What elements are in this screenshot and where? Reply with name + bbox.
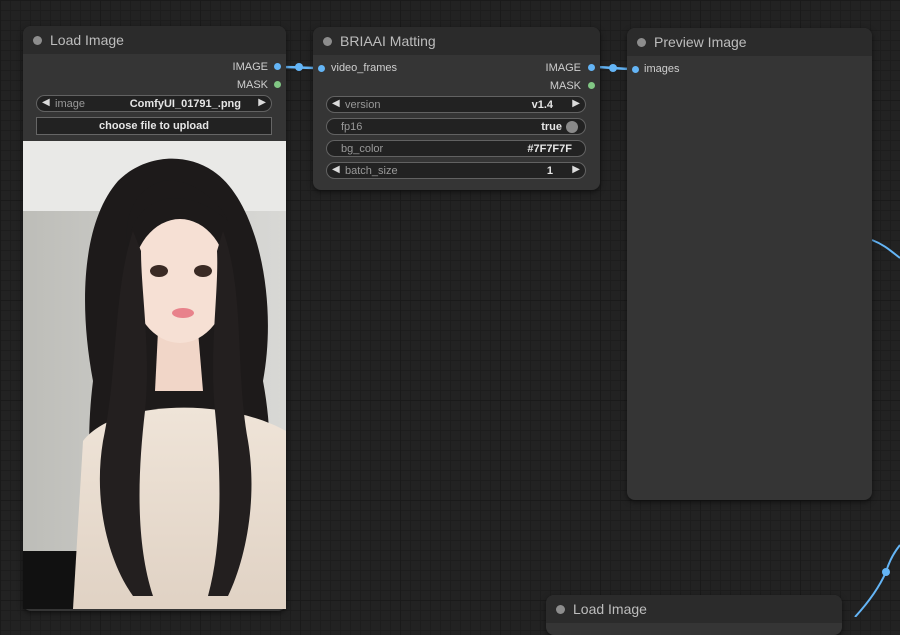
wire-offscreen-1 [871, 239, 900, 259]
widget-label: bg_color [341, 143, 384, 155]
widget-label: version [345, 99, 381, 111]
arrow-left-icon[interactable]: ◀ [332, 98, 340, 109]
node-title: Preview Image [654, 34, 747, 50]
collapse-dot-icon[interactable] [637, 38, 646, 47]
wire-midpoint-handle [609, 64, 617, 72]
collapse-dot-icon[interactable] [556, 605, 565, 614]
output-image-label: IMAGE [232, 61, 268, 73]
node-title: Load Image [573, 601, 647, 617]
input-images-socket[interactable] [632, 66, 639, 73]
arrow-left-icon[interactable]: ◀ [42, 97, 50, 108]
load-image-node[interactable]: Load Image IMAGE MASK ◀ image ComfyUI_01… [23, 26, 286, 611]
output-mask-socket[interactable] [588, 82, 595, 89]
version-combo-widget[interactable]: ◀ version v1.4 ▶ [326, 96, 586, 113]
widget-label: image [55, 98, 85, 110]
arrow-right-icon[interactable]: ▶ [572, 98, 580, 109]
node-title: Load Image [50, 32, 124, 48]
widget-value: v1.4 [531, 99, 553, 111]
portrait-photo [23, 141, 286, 609]
widget-value: #7F7F7F [527, 143, 572, 155]
input-video-frames-label: video_frames [331, 62, 398, 74]
preview-image-node[interactable]: Preview Image images [627, 28, 872, 500]
wire-midpoint-handle [295, 63, 303, 71]
output-image-socket[interactable] [274, 63, 281, 70]
widget-value: ComfyUI_01791_.png [129, 98, 241, 110]
briaai-matting-node[interactable]: BRIAAI Matting video_frames IMAGE MASK ◀… [313, 27, 600, 190]
widget-label: batch_size [345, 165, 398, 177]
fp16-toggle-widget[interactable]: fp16 true [326, 118, 586, 135]
widget-value: 1 [546, 165, 553, 177]
arrow-right-icon[interactable]: ▶ [572, 164, 580, 175]
node-title-bar[interactable]: BRIAAI Matting [313, 27, 600, 55]
wire-midpoint-handle [882, 568, 890, 576]
output-mask-label: MASK [236, 79, 268, 91]
wire-offscreen-2 [854, 544, 900, 617]
output-mask-label: MASK [549, 80, 581, 92]
node-title-bar[interactable]: Load Image [546, 595, 842, 623]
input-video-frames-socket[interactable] [318, 65, 325, 72]
batch-size-number-widget[interactable]: ◀ batch_size 1 ▶ [326, 162, 586, 179]
output-mask-socket[interactable] [274, 81, 281, 88]
arrow-left-icon[interactable]: ◀ [332, 164, 340, 175]
image-combo-widget[interactable]: ◀ image ComfyUI_01791_.png ▶ [36, 95, 272, 112]
output-image-label: IMAGE [545, 62, 581, 74]
input-images-label: images [644, 63, 680, 75]
node-title-bar[interactable]: Preview Image [627, 28, 872, 56]
arrow-right-icon[interactable]: ▶ [258, 97, 266, 108]
toggle-knob-icon[interactable] [566, 121, 578, 133]
collapse-dot-icon[interactable] [33, 36, 42, 45]
load-image-node-2[interactable]: Load Image [546, 595, 842, 635]
upload-button[interactable]: choose file to upload [36, 117, 272, 135]
output-image-socket[interactable] [588, 64, 595, 71]
widget-value: true [541, 121, 562, 133]
node-title-bar[interactable]: Load Image [23, 26, 286, 54]
image-preview [23, 141, 286, 609]
bg-color-text-widget[interactable]: bg_color #7F7F7F [326, 140, 586, 157]
collapse-dot-icon[interactable] [323, 37, 332, 46]
node-title: BRIAAI Matting [340, 33, 436, 49]
widget-label: fp16 [341, 121, 363, 133]
